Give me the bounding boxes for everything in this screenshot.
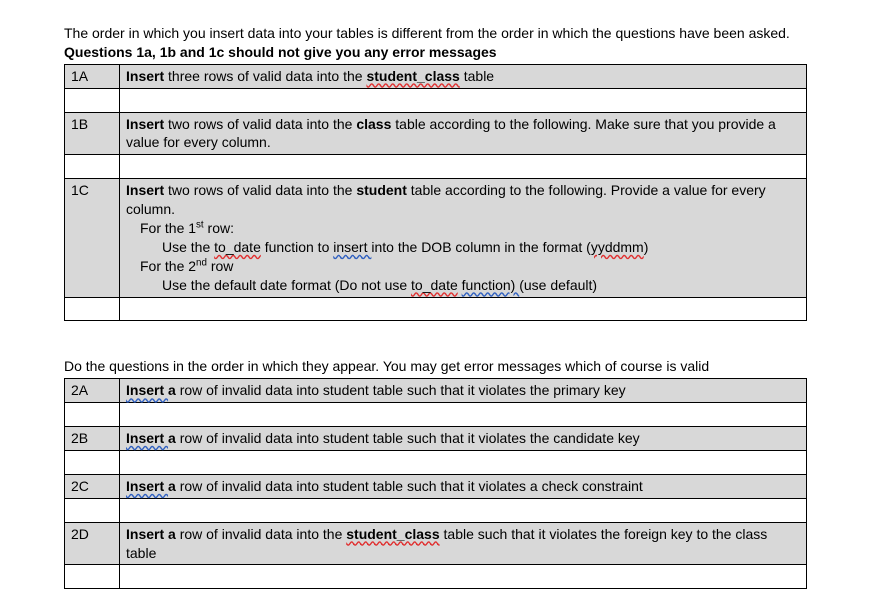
intro-paragraph-2: Do the questions in the order in which t… xyxy=(64,357,807,376)
answer-row xyxy=(65,565,807,589)
answer-cell xyxy=(65,155,120,179)
answer-cell xyxy=(65,451,120,475)
question-text: Insert a row of invalid data into the st… xyxy=(120,522,807,565)
answer-row xyxy=(65,498,807,522)
answer-cell xyxy=(65,88,120,112)
answer-row xyxy=(65,155,807,179)
question-number: 1B xyxy=(65,112,120,155)
question-text: Insert two rows of valid data into the s… xyxy=(120,179,807,297)
question-number: 1C xyxy=(65,179,120,297)
question-table-1: 1AInsert three rows of valid data into t… xyxy=(64,64,807,322)
intro-paragraph-1: The order in which you insert data into … xyxy=(64,24,807,62)
answer-row xyxy=(65,297,807,321)
answer-cell xyxy=(120,155,807,179)
answer-row xyxy=(65,451,807,475)
question-number: 2C xyxy=(65,474,120,498)
question-number: 1A xyxy=(65,64,120,88)
answer-cell xyxy=(120,498,807,522)
question-table-2: 2AInsert a row of invalid data into stud… xyxy=(64,378,807,589)
question-row: 1AInsert three rows of valid data into t… xyxy=(65,64,807,88)
question-text: Insert three rows of valid data into the… xyxy=(120,64,807,88)
question-row: 2CInsert a row of invalid data into stud… xyxy=(65,474,807,498)
answer-row xyxy=(65,403,807,427)
question-number: 2A xyxy=(65,379,120,403)
answer-cell xyxy=(65,565,120,589)
answer-cell xyxy=(120,297,807,321)
question-row: 2BInsert a row of invalid data into stud… xyxy=(65,427,807,451)
answer-cell xyxy=(65,403,120,427)
question-text: Insert a row of invalid data into studen… xyxy=(120,379,807,403)
intro-text-1b: Questions 1a, 1b and 1c should not give … xyxy=(64,44,497,60)
answer-cell xyxy=(120,451,807,475)
question-row: 2DInsert a row of invalid data into the … xyxy=(65,522,807,565)
answer-cell xyxy=(65,297,120,321)
answer-cell xyxy=(120,403,807,427)
question-row: 1BInsert two rows of valid data into the… xyxy=(65,112,807,155)
question-text: Insert a row of invalid data into studen… xyxy=(120,474,807,498)
answer-cell xyxy=(65,498,120,522)
question-number: 2D xyxy=(65,522,120,565)
answer-cell xyxy=(120,88,807,112)
intro-text-1a: The order in which you insert data into … xyxy=(64,25,790,41)
question-row: 1CInsert two rows of valid data into the… xyxy=(65,179,807,297)
answer-cell xyxy=(120,565,807,589)
question-number: 2B xyxy=(65,427,120,451)
question-row: 2AInsert a row of invalid data into stud… xyxy=(65,379,807,403)
question-text: Insert two rows of valid data into the c… xyxy=(120,112,807,155)
answer-row xyxy=(65,88,807,112)
question-text: Insert a row of invalid data into studen… xyxy=(120,427,807,451)
